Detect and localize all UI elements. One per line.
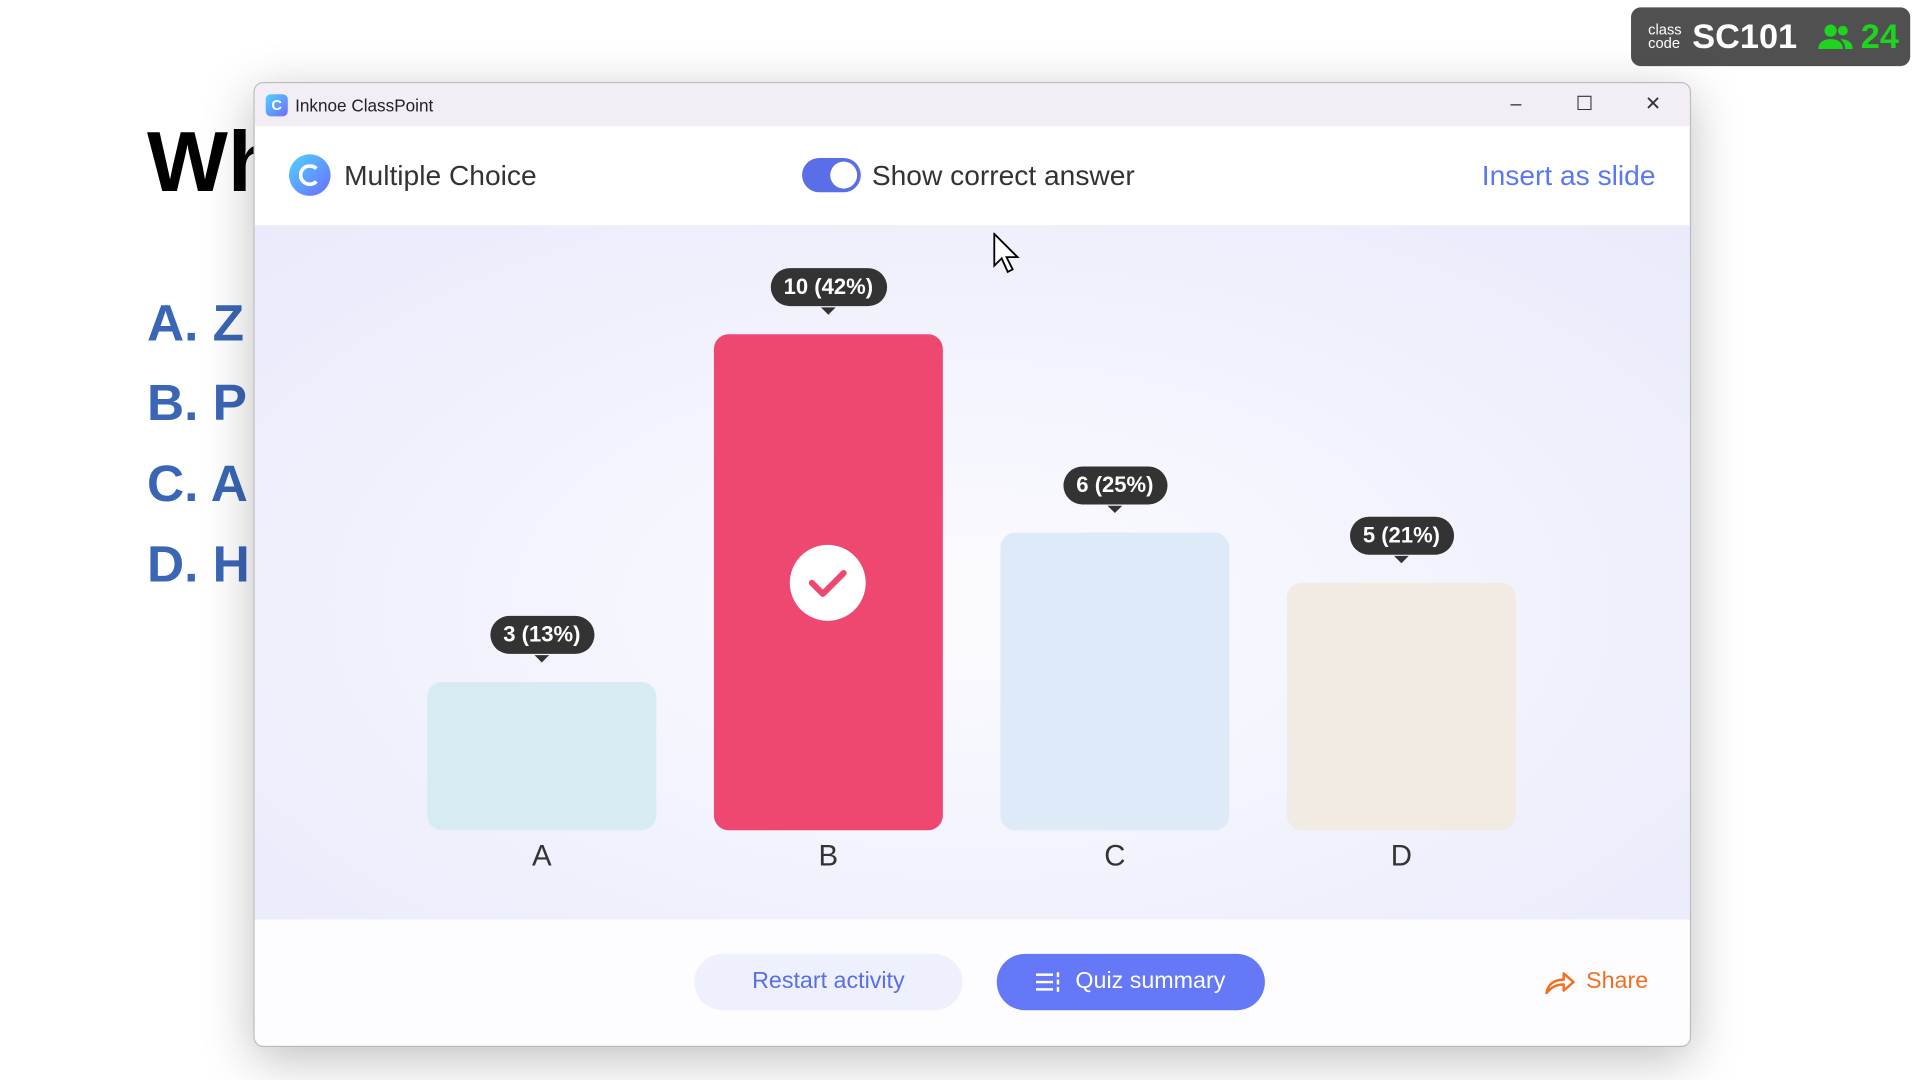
category-label-b: B — [818, 840, 839, 874]
bar-d — [1286, 582, 1516, 831]
footer: Restart activity Quiz summary Share — [254, 919, 1690, 1046]
close-button[interactable]: ✕ — [1619, 83, 1688, 126]
quiz-summary-label: Quiz summary — [1075, 968, 1226, 995]
window-title: Inknoe ClassPoint — [295, 94, 434, 115]
correct-check-icon — [789, 544, 866, 621]
category-label-c: C — [1104, 840, 1126, 874]
minimize-button[interactable]: – — [1482, 83, 1551, 126]
app-logo-icon: C — [265, 93, 288, 116]
show-correct-answer-label: Show correct answer — [871, 159, 1135, 192]
slide-option-c: C. A — [146, 454, 248, 512]
restart-activity-button[interactable]: Restart activity — [694, 953, 963, 1011]
category-label-a: A — [532, 840, 552, 874]
share-icon — [1545, 972, 1576, 995]
quiz-summary-button[interactable]: Quiz summary — [996, 953, 1265, 1011]
class-code-label: class code — [1648, 20, 1682, 52]
bar-label-a: 3 (13%) — [489, 615, 594, 662]
share-label: Share — [1586, 968, 1649, 995]
share-button[interactable]: Share — [1544, 969, 1648, 996]
slide-option-a: A. Z — [146, 293, 245, 352]
classpoint-logo-icon — [288, 154, 331, 196]
class-code: SC101 — [1692, 17, 1798, 56]
participant-count: 24 — [1860, 17, 1899, 56]
bar-label-b: 10 (42%) — [770, 268, 887, 315]
bar-c — [1000, 532, 1230, 831]
category-label-d: D — [1390, 840, 1413, 874]
slide-option-b: B. P — [146, 373, 247, 432]
bar-a — [427, 681, 657, 831]
list-numbered-icon — [1036, 972, 1060, 992]
mouse-cursor-icon — [993, 232, 1020, 274]
activity-title: Multiple Choice — [344, 159, 537, 192]
slide-option-d: D. H — [146, 535, 250, 593]
screen: Wh A. Z B. P C. A D. H class code SC101 2… — [0, 0, 1920, 1080]
show-correct-answer-toggle[interactable] — [802, 157, 861, 193]
class-code-badge: class code SC101 24 — [1631, 7, 1911, 67]
maximize-button[interactable]: ☐ — [1550, 83, 1619, 126]
bar-b — [713, 334, 943, 831]
results-chart: 3 (13%) A 10 (42%) B 6 (25%) C 5 (21%) D — [254, 225, 1690, 920]
insert-as-slide-button[interactable]: Insert as slide — [1482, 159, 1656, 192]
classpoint-window: C Inknoe ClassPoint – ☐ ✕ Multiple Choic… — [253, 82, 1692, 1047]
title-bar: C Inknoe ClassPoint – ☐ ✕ — [254, 83, 1690, 127]
header: Multiple Choice Show correct answer Inse… — [254, 126, 1690, 227]
people-icon — [1817, 24, 1853, 49]
bar-label-d: 5 (21%) — [1349, 516, 1454, 563]
bar-label-c: 6 (25%) — [1062, 466, 1167, 514]
